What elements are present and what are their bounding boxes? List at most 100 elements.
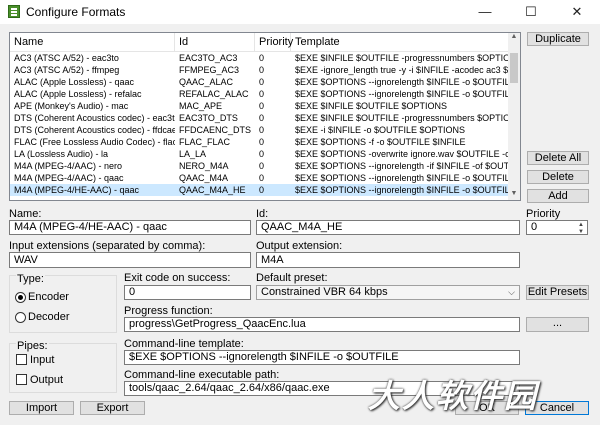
decoder-radio[interactable] [15, 312, 26, 323]
table-cell-name: AC3 (ATSC A/52) - ffmpeg [14, 65, 120, 75]
pipes-label: Pipes: [16, 340, 49, 352]
table-cell-template: $EXE $INFILE $OUTFILE -progressnumbers $… [295, 113, 508, 123]
cmd-template-field[interactable]: $EXE $OPTIONS --ignorelength $INFILE -o … [124, 350, 520, 365]
input-extensions-field[interactable]: WAV [9, 252, 251, 268]
table-row[interactable]: AC3 (ATSC A/52) - eac3to EAC3TO_AC3 0 $EXE … [10, 52, 508, 64]
encoder-label[interactable]: Encoder [28, 291, 69, 303]
table-cell-priority: 0 [259, 65, 265, 75]
table-cell-template: $EXE $INFILE $OUTFILE $OPTIONS [295, 101, 448, 111]
table-cell-priority: 0 [259, 89, 265, 99]
name-label: Name: [9, 208, 42, 220]
formats-table[interactable]: Name Id Priority Template AC3 (ATSC A/52… [9, 32, 521, 201]
chevron-down-icon: ⌵ [508, 287, 515, 297]
table-cell-priority: 0 [259, 161, 265, 171]
import-button[interactable]: Import [9, 401, 74, 415]
table-row[interactable]: ALAC (Apple Lossless) - refalac REFALAC_A… [10, 88, 508, 100]
id-field[interactable]: QAAC_M4A_HE [256, 220, 520, 235]
window-title: Configure Formats [26, 5, 126, 19]
close-icon[interactable]: ✕ [554, 0, 600, 24]
column-header-priority[interactable]: Priority [255, 33, 293, 51]
table-cell-id: EAC3TO_AC3 [179, 53, 238, 63]
table-cell-template: $EXE $OPTIONS --ignorelength -if $INFILE… [295, 161, 508, 171]
minimize-icon[interactable]: — [462, 0, 508, 24]
delete-all-button[interactable]: Delete All [527, 151, 589, 165]
input-pipe-checkbox[interactable] [16, 354, 27, 365]
id-label: Id: [256, 208, 269, 220]
table-cell-template: $EXE -i $INFILE -o $OUTFILE $OPTIONS [295, 125, 466, 135]
encoder-radio[interactable] [15, 292, 26, 303]
output-extension-field[interactable]: M4A [256, 252, 520, 268]
table-row[interactable]: M4A (MPEG-4/AAC) - nero NERO_M4A 0 $EXE $OP… [10, 160, 508, 172]
priority-label: Priority [526, 208, 561, 220]
table-cell-id: MAC_APE [179, 101, 223, 111]
table-cell-id: QAAC_ALAC [179, 77, 234, 87]
table-cell-id: NERO_M4A [179, 161, 229, 171]
decoder-label[interactable]: Decoder [28, 311, 70, 323]
browse-button[interactable]: ... [526, 317, 589, 332]
scroll-thumb[interactable] [510, 53, 518, 83]
export-button[interactable]: Export [80, 401, 145, 415]
table-row[interactable]: ALAC (Apple Lossless) - qaac QAAC_ALAC 0 $E… [10, 76, 508, 88]
table-row[interactable]: LA (Lossless Audio) - la LA_LA 0 $EXE $OPTI… [10, 148, 508, 160]
scroll-down-icon[interactable]: ▼ [508, 190, 520, 200]
table-cell-name: M4A (MPEG-4/HE-AAC) - qaac [14, 185, 140, 195]
table-cell-name: M4A (MPEG-4/AAC) - nero [14, 161, 123, 171]
table-row[interactable]: APE (Monkey's Audio) - mac MAC_APE 0 $EXE $… [10, 100, 508, 112]
output-pipe-checkbox[interactable] [16, 374, 27, 385]
table-cell-name: FLAC (Free Lossless Audio Codec) - flac [14, 137, 175, 147]
table-row[interactable]: DTS (Coherent Acoustics codec) - eac3to E… [10, 112, 508, 124]
table-cell-priority: 0 [259, 185, 265, 195]
output-extension-label: Output extension: [256, 240, 343, 252]
column-header-name[interactable]: Name [10, 33, 175, 51]
output-pipe-label[interactable]: Output [30, 374, 63, 386]
maximize-icon[interactable]: ☐ [508, 0, 554, 24]
edit-presets-button[interactable]: Edit Presets [526, 285, 589, 300]
table-cell-priority: 0 [259, 101, 265, 111]
table-cell-template: $EXE $OPTIONS --ignorelength $INFILE -o … [295, 77, 508, 87]
table-cell-id: REFALAC_ALAC [179, 89, 249, 99]
priority-stepper[interactable]: 0 ▲ ▼ [526, 220, 588, 235]
table-cell-template: $EXE -ignore_length true -y -i $INFILE -… [295, 65, 508, 75]
cmd-template-label: Command-line template: [124, 338, 244, 350]
default-preset-value: Constrained VBR 64 kbps [261, 286, 388, 298]
table-row[interactable]: M4A (MPEG-4/AAC) - qaac QAAC_M4A 0 $EXE $OP… [10, 172, 508, 184]
progress-function-label: Progress function: [124, 305, 213, 317]
column-header-template[interactable]: Template [291, 33, 508, 51]
table-cell-id: LA_LA [179, 149, 207, 159]
table-cell-name: DTS (Coherent Acoustics codec) - eac3to [14, 113, 175, 123]
table-cell-name: LA (Lossless Audio) - la [14, 149, 109, 159]
add-button[interactable]: Add [527, 189, 589, 203]
table-cell-template: $EXE $OPTIONS -f -o $OUTFILE $INFILE [295, 137, 466, 147]
table-cell-priority: 0 [259, 113, 265, 123]
delete-button[interactable]: Delete [527, 170, 589, 184]
table-header: Name Id Priority Template [10, 33, 508, 52]
column-header-id[interactable]: Id [175, 33, 255, 51]
table-cell-priority: 0 [259, 137, 265, 147]
name-field[interactable]: M4A (MPEG-4/HE-AAC) - qaac [9, 220, 251, 235]
table-cell-name: ALAC (Apple Lossless) - qaac [14, 77, 135, 87]
table-cell-priority: 0 [259, 53, 265, 63]
spin-arrows-icon[interactable]: ▲ ▼ [576, 222, 586, 234]
exit-code-field[interactable]: 0 [124, 285, 251, 300]
table-cell-id: FLAC_FLAC [179, 137, 231, 147]
table-cell-id: FFDCAENC_DTS [179, 125, 252, 135]
table-cell-name: APE (Monkey's Audio) - mac [14, 101, 129, 111]
table-row[interactable]: FLAC (Free Lossless Audio Codec) - flac F… [10, 136, 508, 148]
table-row[interactable]: DTS (Coherent Acoustics codec) - ffdcaen… [10, 124, 508, 136]
duplicate-button[interactable]: Duplicate [527, 32, 589, 46]
progress-function-field[interactable]: progress\GetProgress_QaacEnc.lua [124, 317, 520, 332]
table-cell-id: QAAC_M4A_HE [179, 185, 246, 195]
title-bar: Configure Formats — ☐ ✕ [0, 0, 600, 24]
input-pipe-label[interactable]: Input [30, 354, 54, 366]
table-cell-id: FFMPEG_AC3 [179, 65, 240, 75]
table-cell-template: $EXE $OPTIONS --ignorelength $INFILE -o … [295, 185, 508, 195]
table-row[interactable]: M4A (MPEG-4/HE-AAC) - qaac QAAC_M4A_HE 0 $E… [10, 184, 508, 196]
table-row[interactable]: AC3 (ATSC A/52) - ffmpeg FFMPEG_AC3 0 $EXE … [10, 64, 508, 76]
table-scrollbar[interactable]: ▲ ▼ [508, 33, 520, 200]
scroll-up-icon[interactable]: ▲ [508, 33, 520, 43]
input-extensions-label: Input extensions (separated by comma): [9, 240, 206, 252]
table-cell-id: EAC3TO_DTS [179, 113, 238, 123]
cmd-exe-label: Command-line executable path: [124, 369, 280, 381]
default-preset-select[interactable]: Constrained VBR 64 kbps ⌵ [256, 285, 520, 300]
watermark-logo: 大人软件园 [368, 377, 539, 415]
